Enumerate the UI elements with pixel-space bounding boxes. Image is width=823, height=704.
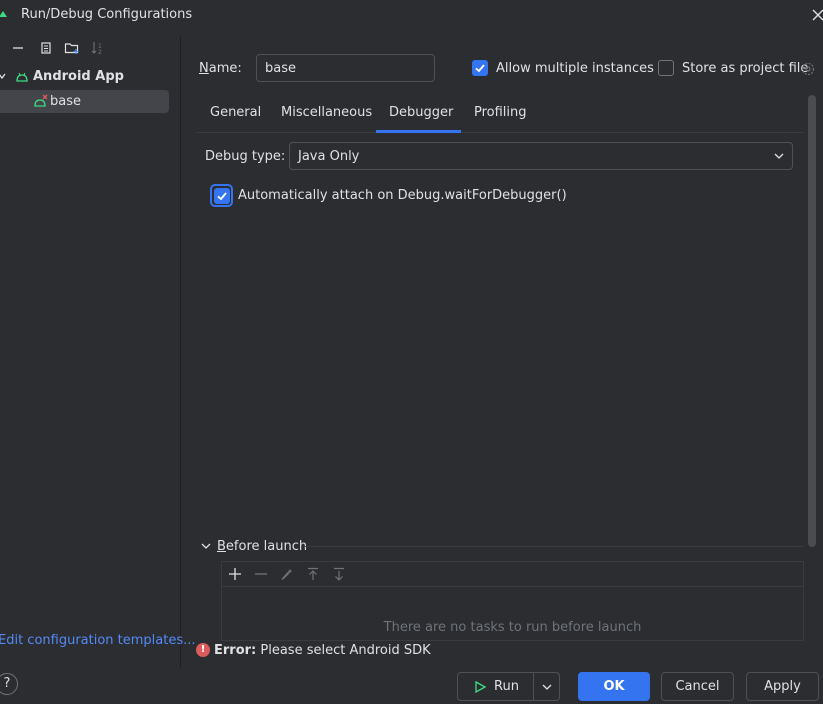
remove-icon[interactable] bbox=[10, 40, 26, 56]
debug-type-select[interactable]: Java Only bbox=[289, 142, 793, 170]
svg-text:2: 2 bbox=[98, 49, 102, 56]
android-error-icon bbox=[34, 94, 48, 107]
before-launch-toolbar bbox=[222, 562, 803, 587]
tree-item-label: base bbox=[50, 94, 81, 109]
auto-attach-label: Automatically attach on Debug.waitForDeb… bbox=[238, 188, 567, 203]
error-icon: ! bbox=[196, 643, 210, 657]
move-down-icon[interactable] bbox=[332, 567, 346, 581]
apply-button[interactable]: Apply bbox=[746, 672, 819, 701]
name-input[interactable] bbox=[256, 54, 435, 82]
before-launch-header[interactable]: Before launch bbox=[196, 538, 806, 556]
error-text: Error: Please select Android SDK bbox=[214, 643, 431, 658]
android-icon bbox=[16, 72, 28, 82]
allow-multiple-instances-checkbox[interactable] bbox=[472, 60, 488, 76]
store-as-project-file-label: Store as project file bbox=[682, 61, 809, 76]
before-launch-empty-text: There are no tasks to run before launch bbox=[383, 620, 642, 635]
help-button[interactable]: ? bbox=[0, 673, 18, 695]
auto-attach-checkbox[interactable] bbox=[214, 188, 230, 204]
tab-general[interactable]: General bbox=[210, 105, 261, 120]
name-label: Name: bbox=[199, 61, 242, 76]
divider bbox=[305, 546, 803, 547]
remove-icon[interactable] bbox=[254, 567, 268, 581]
chevron-down-icon[interactable] bbox=[542, 683, 552, 691]
divider bbox=[533, 673, 534, 700]
ok-button[interactable]: OK bbox=[578, 672, 650, 701]
before-launch-title-rest: efore launch bbox=[225, 539, 308, 554]
before-launch-mnemonic: B bbox=[217, 539, 226, 554]
tree-toolbar: 1 2 bbox=[0, 36, 181, 60]
tab-profiling[interactable]: Profiling bbox=[474, 105, 527, 120]
allow-multiple-instances-label: Allow multiple instances bbox=[496, 61, 654, 76]
tab-debugger[interactable]: Debugger bbox=[389, 105, 453, 120]
gear-icon[interactable] bbox=[800, 61, 816, 77]
chevron-down-icon bbox=[774, 153, 784, 159]
add-icon[interactable] bbox=[228, 567, 242, 581]
focus-ring bbox=[210, 184, 233, 207]
run-button-label: Run bbox=[494, 679, 519, 694]
chevron-down-icon bbox=[201, 543, 211, 549]
debug-type-value: Java Only bbox=[298, 149, 360, 164]
tab-miscellaneous[interactable]: Miscellaneous bbox=[281, 105, 372, 120]
edit-icon[interactable] bbox=[280, 567, 294, 581]
configurations-tree-panel: 1 2 Android App base Edit configuration … bbox=[0, 36, 196, 668]
android-studio-icon bbox=[0, 11, 7, 17]
move-up-icon[interactable] bbox=[306, 567, 320, 581]
checkmark-icon bbox=[475, 64, 485, 73]
tree-group-android-app[interactable]: Android App bbox=[0, 66, 181, 88]
active-tab-indicator bbox=[376, 130, 461, 133]
window-title: Run/Debug Configurations bbox=[21, 7, 193, 22]
cancel-button[interactable]: Cancel bbox=[661, 672, 734, 701]
copy-icon[interactable] bbox=[38, 40, 54, 56]
sort-icon[interactable]: 1 2 bbox=[90, 40, 106, 56]
run-button[interactable]: Run bbox=[457, 672, 560, 701]
name-label-rest: ame: bbox=[208, 61, 242, 76]
title-bar: Run/Debug Configurations bbox=[0, 0, 823, 36]
close-icon[interactable] bbox=[811, 8, 823, 22]
tree-group-label: Android App bbox=[33, 69, 124, 84]
config-tabs: General Miscellaneous Debugger Profiling bbox=[196, 95, 804, 133]
new-folder-icon[interactable] bbox=[64, 40, 80, 56]
checkmark-icon bbox=[217, 192, 227, 201]
edit-configuration-templates-link[interactable]: Edit configuration templates... bbox=[0, 633, 196, 648]
error-detail: Please select Android SDK bbox=[260, 643, 431, 658]
store-as-project-file-checkbox[interactable] bbox=[658, 60, 674, 76]
play-icon bbox=[475, 681, 486, 693]
name-label-mnemonic: N bbox=[199, 61, 209, 76]
scrollbar[interactable] bbox=[808, 95, 816, 547]
debug-type-label: Debug type: bbox=[205, 149, 286, 164]
chevron-down-icon[interactable] bbox=[0, 71, 6, 81]
before-launch-title: Before launch bbox=[217, 539, 307, 554]
error-prefix: Error: bbox=[214, 643, 257, 658]
before-launch-task-list: There are no tasks to run before launch bbox=[221, 561, 804, 641]
tree-item-base[interactable]: base bbox=[0, 90, 169, 113]
